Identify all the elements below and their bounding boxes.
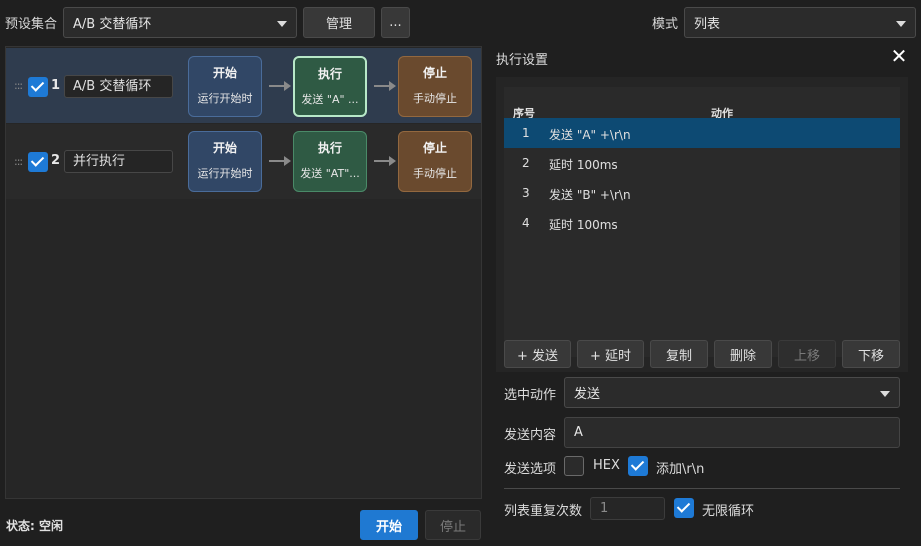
row-action: 发送 "B" +\r\n	[549, 188, 631, 202]
arrow-right-icon	[269, 156, 291, 166]
action-type-select[interactable]: 发送	[564, 377, 900, 408]
chevron-down-icon	[277, 20, 287, 27]
repeat-count-label: 列表重复次数	[504, 504, 583, 519]
hex-checkbox[interactable]	[564, 456, 584, 476]
start-node-sub: 运行开始时	[197, 92, 253, 105]
more-button[interactable]: ...	[381, 7, 410, 38]
exec-node-title: 执行	[317, 67, 342, 81]
chevron-down-icon	[896, 20, 906, 27]
send-options-label: 发送选项	[504, 462, 557, 477]
table-row[interactable]: 1 发送 "A" +\r\n	[504, 118, 900, 148]
close-icon[interactable]: ✕	[890, 46, 908, 66]
sequence-list: ::: 1 A/B 交替循环 开始 运行开始时 执行 发送 "A" ... 停止…	[5, 46, 482, 499]
stop-button[interactable]: 停止	[425, 510, 481, 540]
send-content-label: 发送内容	[504, 428, 557, 443]
start-node[interactable]: 开始 运行开始时	[188, 56, 262, 117]
add-send-button[interactable]: + 发送	[504, 340, 571, 368]
stop-node-sub: 手动停止	[413, 92, 457, 105]
infinite-loop-checkbox[interactable]	[674, 498, 694, 518]
row-index: 2	[522, 156, 530, 170]
sequence-row[interactable]: ::: 2 并行执行 开始 运行开始时 执行 发送 "AT"... 停止 手动停…	[6, 124, 481, 199]
sequence-number: 1	[51, 78, 61, 93]
send-content-input[interactable]: A	[564, 417, 900, 448]
sequence-enable-checkbox[interactable]	[28, 77, 48, 97]
selected-action-label: 选中动作	[504, 388, 557, 403]
arrow-right-icon	[374, 81, 396, 91]
row-action: 延时 100ms	[549, 218, 618, 232]
stop-node[interactable]: 停止 手动停止	[398, 131, 472, 192]
row-action: 发送 "A" +\r\n	[549, 128, 631, 142]
table-row[interactable]: 4 延时 100ms	[504, 208, 900, 238]
stop-node-title: 停止	[422, 141, 447, 155]
move-down-button[interactable]: 下移	[842, 340, 900, 368]
row-index: 4	[522, 216, 530, 230]
sequence-name-input[interactable]: A/B 交替循环	[64, 75, 173, 98]
exec-node-title: 执行	[317, 141, 342, 155]
manage-button[interactable]: 管理	[303, 7, 375, 38]
action-table: 序号 动作 1 发送 "A" +\r\n 2 延时 100ms 3 发送 "B"…	[496, 77, 908, 372]
preset-value: A/B 交替循环	[73, 17, 152, 32]
row-action: 延时 100ms	[549, 158, 618, 172]
status-text: 状态: 空闲	[6, 519, 63, 533]
start-node-title: 开始	[212, 141, 237, 155]
delete-button[interactable]: 删除	[714, 340, 772, 368]
repeat-count-input[interactable]: 1	[590, 497, 665, 520]
exec-node-sub: 发送 "A" ...	[301, 93, 359, 106]
preset-label: 预设集合	[5, 17, 58, 32]
start-node[interactable]: 开始 运行开始时	[188, 131, 262, 192]
append-crlf-checkbox[interactable]	[628, 456, 648, 476]
mode-label: 模式	[652, 17, 679, 32]
append-crlf-label: 添加\r\n	[656, 462, 705, 477]
drag-handle-icon[interactable]: :::	[14, 79, 23, 92]
panel-title: 执行设置	[496, 53, 549, 68]
stop-node[interactable]: 停止 手动停止	[398, 56, 472, 117]
move-up-button[interactable]: 上移	[778, 340, 836, 368]
stop-node-title: 停止	[422, 66, 447, 80]
drag-handle-icon[interactable]: :::	[14, 155, 23, 168]
mode-value: 列表	[694, 17, 721, 32]
add-delay-button[interactable]: + 延时	[577, 340, 644, 368]
start-node-sub: 运行开始时	[197, 167, 253, 180]
sequence-row[interactable]: ::: 1 A/B 交替循环 开始 运行开始时 执行 发送 "A" ... 停止…	[6, 48, 481, 123]
arrow-right-icon	[269, 81, 291, 91]
table-row[interactable]: 2 延时 100ms	[504, 148, 900, 178]
copy-button[interactable]: 复制	[650, 340, 708, 368]
sequence-name-input[interactable]: 并行执行	[64, 150, 173, 173]
chevron-down-icon	[880, 390, 890, 397]
stop-node-sub: 手动停止	[413, 167, 457, 180]
exec-node[interactable]: 执行 发送 "AT"...	[293, 131, 367, 192]
preset-select[interactable]: A/B 交替循环	[63, 7, 297, 38]
start-node-title: 开始	[212, 66, 237, 80]
start-button[interactable]: 开始	[360, 510, 418, 540]
row-index: 3	[522, 186, 530, 200]
exec-node[interactable]: 执行 发送 "A" ...	[293, 56, 367, 117]
sequence-enable-checkbox[interactable]	[28, 152, 48, 172]
infinite-loop-label: 无限循环	[702, 504, 755, 519]
row-index: 1	[522, 126, 530, 140]
mode-select[interactable]: 列表	[684, 7, 916, 38]
action-type-value: 发送	[574, 387, 601, 402]
sequence-number: 2	[51, 153, 61, 168]
divider	[504, 488, 900, 489]
arrow-right-icon	[374, 156, 396, 166]
exec-node-sub: 发送 "AT"...	[300, 167, 360, 180]
table-row[interactable]: 3 发送 "B" +\r\n	[504, 178, 900, 208]
hex-label: HEX	[593, 458, 620, 473]
